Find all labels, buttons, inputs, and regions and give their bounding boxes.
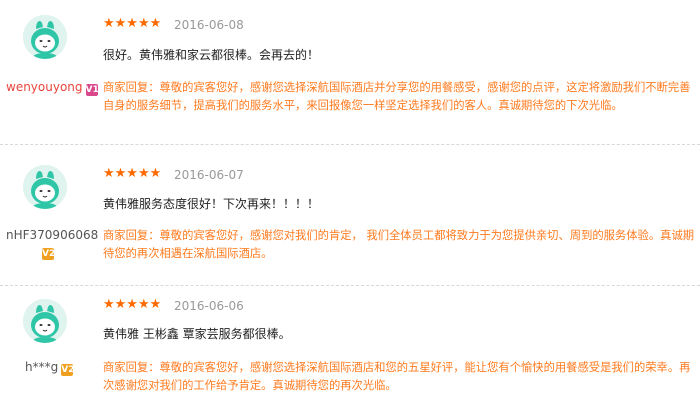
review-date: 2016-06-07 <box>174 168 244 182</box>
merchant-reply: 商家回复：尊敬的宾客您好，感谢您选择深航国际酒店和您的五星好评，能让您有个愉快的… <box>103 361 691 392</box>
rating-stars: ★★★★★ <box>103 16 162 31</box>
username-text[interactable]: nHF370906068 <box>6 228 98 242</box>
review-date: 2016-06-06 <box>174 299 244 313</box>
mascot-avatar-icon <box>23 15 67 59</box>
merchant-reply: 商家回复：尊敬的宾客您好，感谢您选择深航国际酒店并分享您的用餐感受，感谢您的点评… <box>103 81 691 112</box>
username-text[interactable]: h***g <box>25 360 58 374</box>
username-text[interactable]: wenyouyong <box>6 80 83 94</box>
avatar[interactable] <box>23 15 67 59</box>
review-comment: 黄伟雅服务态度很好！下次再来！！！！ <box>103 197 320 211</box>
review-item: nHF370906068 V2 ★★★★★ 2016-06-07 黄伟雅服务态度很… <box>0 145 700 284</box>
merchant-reply: 商家回复：尊敬的宾客您好，感谢您对我们的肯定， 我们全体员工都将致力于为您提供亲… <box>103 229 695 260</box>
mascot-avatar-icon <box>23 165 67 209</box>
review-item: h***g V2 ★★★★★ 2016-06-06 黄伟雅 王彬鑫 覃家芸服务都很… <box>0 286 700 402</box>
username[interactable]: nHF370906068 V2 <box>6 227 98 260</box>
review-comment: 很好。黄伟雅和家云都很棒。会再去的！ <box>103 48 320 62</box>
avatar[interactable] <box>23 165 67 209</box>
vip-badge-icon: V2 <box>61 364 75 376</box>
vip-badge-icon: V1 <box>85 84 99 96</box>
review-comment: 黄伟雅 王彬鑫 覃家芸服务都很棒。 <box>103 327 291 341</box>
rating-stars: ★★★★★ <box>103 297 162 312</box>
mascot-avatar-icon <box>23 299 67 343</box>
review-item: wenyouyong V1 ★★★★★ 2016-06-08 很好。黄伟雅和家云都… <box>0 0 700 143</box>
review-date: 2016-06-08 <box>174 18 244 32</box>
avatar[interactable] <box>23 299 67 343</box>
rating-stars: ★★★★★ <box>103 166 162 181</box>
username[interactable]: h***g V2 <box>25 360 75 376</box>
vip-badge-icon: V2 <box>42 248 56 260</box>
username[interactable]: wenyouyong V1 <box>6 80 99 96</box>
